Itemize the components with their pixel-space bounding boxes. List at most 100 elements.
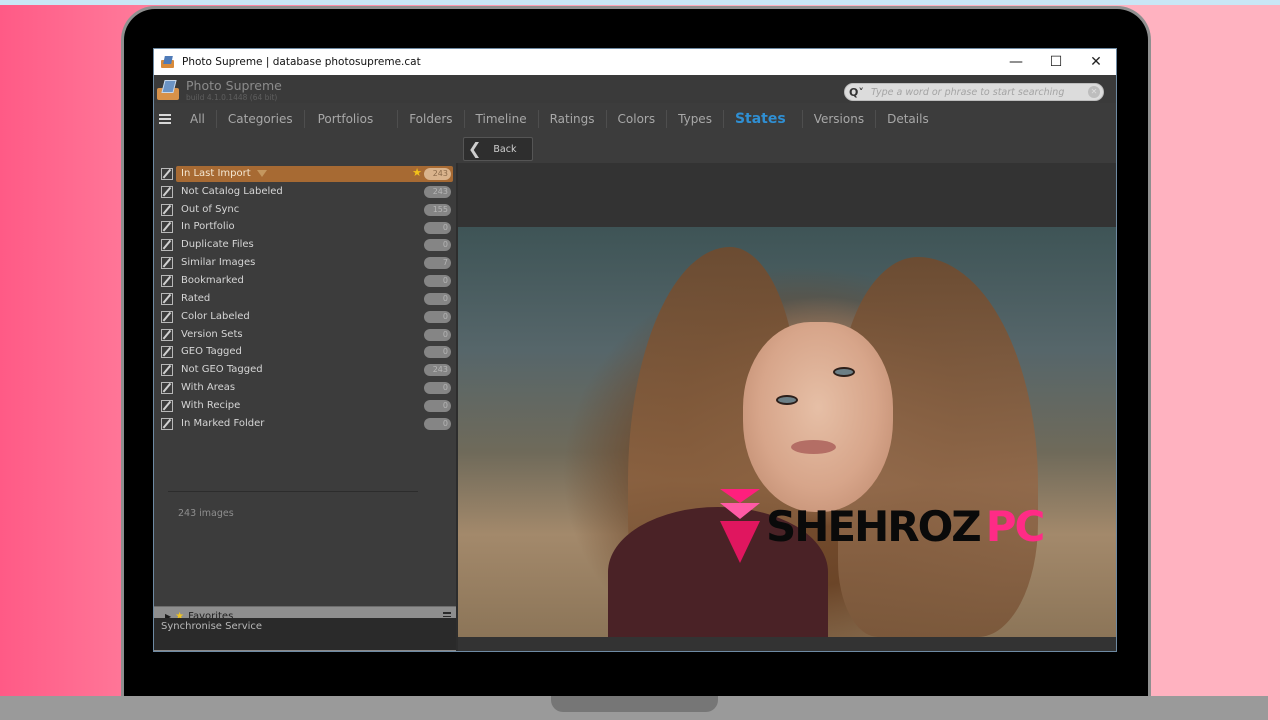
edit-icon[interactable] [161, 310, 173, 323]
tab-folders[interactable]: Folders [398, 110, 465, 128]
star-icon[interactable]: ★ [412, 166, 422, 180]
tab-versions[interactable]: Versions [803, 110, 877, 128]
watermark-logo-icon [720, 489, 760, 565]
build-version: build 4.1.0.1448 (64 bit) [186, 93, 278, 102]
nav-tabs: All Categories Portfolios Folders Timeli… [154, 103, 1116, 135]
state-item-with-recipe[interactable]: With Recipe 0 [154, 397, 456, 415]
watermark-accent-text: PC [985, 502, 1046, 551]
state-item-in-last-import[interactable]: In Last Import ★ 243 [154, 165, 456, 183]
tab-timeline[interactable]: Timeline [465, 110, 539, 128]
maximize-button[interactable]: ☐ [1036, 49, 1076, 75]
state-count: 0 [424, 239, 451, 252]
image-region [743, 322, 893, 512]
edit-icon[interactable] [161, 292, 173, 305]
state-count: 0 [424, 417, 451, 430]
chevron-left-icon: ❮ [468, 139, 482, 158]
tab-types[interactable]: Types [667, 110, 724, 128]
viewer-footer [458, 637, 1116, 651]
state-item-with-areas[interactable]: With Areas 0 [154, 379, 456, 397]
clear-search-icon[interactable]: ✕ [1088, 86, 1100, 98]
state-label: Not Catalog Labeled [181, 185, 283, 197]
state-label: Not GEO Tagged [181, 364, 263, 376]
tab-all[interactable]: All [179, 110, 217, 128]
state-label: Out of Sync [181, 203, 240, 215]
sync-service-label: Synchronise Service [161, 621, 263, 632]
app-header: Photo Supreme build 4.1.0.1448 (64 bit) … [154, 75, 1116, 103]
edit-icon[interactable] [161, 167, 173, 180]
edit-icon[interactable] [161, 417, 173, 430]
search-box[interactable]: Q˅ ✕ [844, 83, 1104, 101]
title-bar: Photo Supreme | database photosupreme.ca… [154, 49, 1116, 75]
state-count: 0 [424, 275, 451, 288]
tab-colors[interactable]: Colors [607, 110, 668, 128]
state-count: 0 [424, 221, 451, 234]
state-label: Version Sets [181, 328, 243, 340]
edit-icon[interactable] [161, 203, 173, 216]
state-label: With Recipe [181, 399, 241, 411]
state-item-color-labeled[interactable]: Color Labeled 0 [154, 308, 456, 326]
edit-icon[interactable] [161, 328, 173, 341]
image-viewer: SHEHROZ PC [458, 163, 1116, 651]
tab-portfolios[interactable]: Portfolios [305, 110, 399, 128]
tab-ratings[interactable]: Ratings [539, 110, 607, 128]
state-item-in-marked-folder[interactable]: In Marked Folder 0 [154, 415, 456, 433]
image-region [833, 367, 855, 377]
state-label: Similar Images [181, 257, 256, 269]
state-item-duplicate-files[interactable]: Duplicate Files 0 [154, 236, 456, 254]
edit-icon[interactable] [161, 399, 173, 412]
edit-icon[interactable] [161, 257, 173, 270]
edit-icon[interactable] [161, 346, 173, 359]
state-count: 0 [424, 310, 451, 323]
state-label: Bookmarked [181, 274, 244, 286]
state-item-not-geo-tagged[interactable]: Not GEO Tagged 243 [154, 361, 456, 379]
tab-categories[interactable]: Categories [217, 110, 305, 128]
edit-icon[interactable] [161, 274, 173, 287]
state-count: 0 [424, 346, 451, 359]
state-item-similar-images[interactable]: Similar Images 7 [154, 254, 456, 272]
state-item-bookmarked[interactable]: Bookmarked 0 [154, 272, 456, 290]
state-item-geo-tagged[interactable]: GEO Tagged 0 [154, 343, 456, 361]
search-input[interactable] [865, 86, 1088, 98]
state-count: 7 [424, 257, 451, 270]
state-item-not-catalog-labeled[interactable]: Not Catalog Labeled 243 [154, 183, 456, 201]
edit-icon[interactable] [161, 364, 173, 377]
hamburger-menu-icon[interactable] [159, 114, 171, 124]
triangle-down-icon[interactable] [257, 170, 267, 177]
edit-icon[interactable] [161, 382, 173, 395]
state-item-version-sets[interactable]: Version Sets 0 [154, 326, 456, 344]
state-count: 0 [424, 382, 451, 395]
state-label: GEO Tagged [181, 346, 242, 358]
app-window: Photo Supreme | database photosupreme.ca… [153, 48, 1117, 652]
app-icon [161, 55, 175, 69]
state-label: Color Labeled [181, 310, 250, 322]
tab-details[interactable]: Details [876, 110, 940, 128]
watermark-text: SHEHROZ [766, 502, 982, 551]
background-strip [0, 0, 1280, 5]
state-count: 0 [424, 399, 451, 412]
laptop-notch [551, 696, 718, 712]
state-label: With Areas [181, 382, 236, 394]
state-item-out-of-sync[interactable]: Out of Sync 155 [154, 201, 456, 219]
close-button[interactable]: ✕ [1076, 49, 1116, 75]
tab-states[interactable]: States [724, 110, 803, 128]
state-item-in-portfolio[interactable]: In Portfolio 0 [154, 219, 456, 237]
image-region [791, 440, 836, 454]
state-label: In Marked Folder [181, 417, 265, 429]
preview-image[interactable] [458, 227, 1116, 637]
state-item-rated[interactable]: Rated 0 [154, 290, 456, 308]
states-panel: In Last Import ★ 243 Not Catalog Labeled… [154, 163, 456, 651]
edit-icon[interactable] [161, 221, 173, 234]
edit-icon[interactable] [161, 185, 173, 198]
back-button[interactable]: ❮ Back [463, 137, 533, 161]
brand-name: Photo Supreme [186, 78, 282, 93]
activity-content: Synchronise Service [154, 618, 456, 650]
minimize-button[interactable]: — [996, 49, 1036, 75]
state-label: Rated [181, 292, 211, 304]
search-icon[interactable]: Q˅ [849, 86, 865, 99]
state-count: 0 [424, 292, 451, 305]
image-region [776, 395, 798, 405]
state-label: In Portfolio [181, 221, 235, 233]
edit-icon[interactable] [161, 239, 173, 252]
list-divider [168, 491, 418, 492]
image-count: 243 images [178, 508, 234, 519]
